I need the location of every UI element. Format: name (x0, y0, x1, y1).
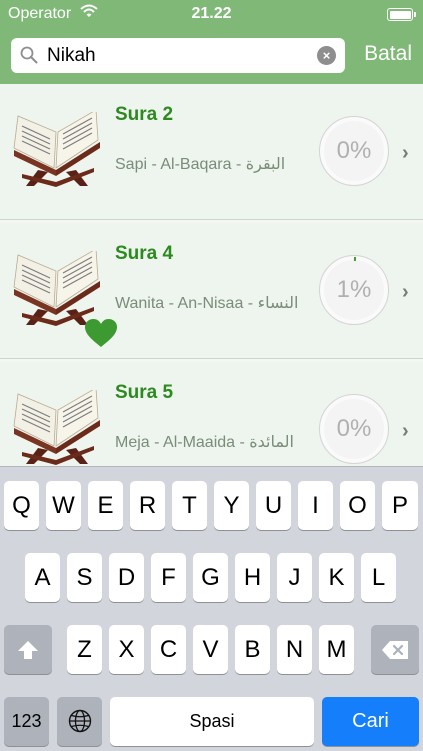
key-t[interactable]: T (172, 481, 207, 530)
battery-icon (387, 8, 416, 21)
key-i[interactable]: I (298, 481, 333, 530)
header: Operator 21.22 × Batal (0, 0, 423, 84)
key-p[interactable]: P (382, 481, 418, 530)
time-label: 21.22 (191, 5, 232, 22)
search-icon (20, 46, 38, 69)
sura-title: Sura 4 (115, 243, 174, 264)
space-key[interactable]: Spasi (110, 697, 314, 746)
progress-label: 1% (336, 276, 372, 303)
key-x[interactable]: X (109, 625, 144, 674)
keyboard: Q W E R T Y U I O P A S D F G H J K L Z … (0, 466, 423, 751)
delete-key[interactable] (371, 625, 419, 674)
key-h[interactable]: H (235, 553, 270, 602)
key-e[interactable]: E (88, 481, 123, 530)
shift-key[interactable] (4, 625, 52, 674)
key-w[interactable]: W (46, 481, 81, 530)
chevron-right-icon: › (402, 281, 409, 303)
globe-icon (68, 709, 91, 733)
progress-indicator: 0% (319, 116, 389, 186)
key-z[interactable]: Z (67, 625, 102, 674)
list-item[interactable]: Sura 4 Wanita - An-Nisaa - النساء 1% › (0, 223, 423, 359)
key-s[interactable]: S (67, 553, 102, 602)
clear-icon[interactable]: × (317, 46, 336, 65)
chevron-right-icon: › (402, 420, 409, 442)
status-bar: Operator 21.22 (0, 0, 423, 30)
key-n[interactable]: N (277, 625, 312, 674)
progress-label: 0% (336, 137, 372, 164)
chevron-right-icon: › (402, 142, 409, 164)
quran-book-icon (8, 387, 108, 466)
numbers-key[interactable]: 123 (4, 697, 49, 746)
progress-label: 0% (336, 415, 372, 442)
key-o[interactable]: O (340, 481, 375, 530)
progress-indicator: 1% (319, 255, 389, 325)
sura-title: Sura 2 (115, 104, 174, 125)
list-item[interactable]: Sura 5 Meja - Al-Maaida - المائدة 0% › (0, 362, 423, 466)
key-g[interactable]: G (193, 553, 228, 602)
shift-icon (18, 641, 38, 659)
key-a[interactable]: A (25, 553, 60, 602)
delete-icon (382, 641, 408, 659)
sura-subtitle: Wanita - An-Nisaa - النساء (115, 295, 299, 312)
heart-icon (84, 318, 118, 353)
sura-subtitle: Sapi - Al-Baqara - البقرة (115, 156, 286, 173)
globe-key[interactable] (57, 697, 102, 746)
key-v[interactable]: V (193, 625, 228, 674)
search-bar[interactable]: × (11, 38, 345, 73)
key-q[interactable]: Q (4, 481, 39, 530)
key-m[interactable]: M (319, 625, 354, 674)
key-u[interactable]: U (256, 481, 291, 530)
search-input[interactable] (47, 40, 307, 71)
key-k[interactable]: K (319, 553, 354, 602)
key-f[interactable]: F (151, 553, 186, 602)
key-r[interactable]: R (130, 481, 165, 530)
progress-indicator: 0% (319, 394, 389, 464)
key-d[interactable]: D (109, 553, 144, 602)
search-key[interactable]: Cari (322, 697, 419, 746)
key-y[interactable]: Y (214, 481, 249, 530)
key-c[interactable]: C (151, 625, 186, 674)
cancel-button[interactable]: Batal (364, 42, 412, 66)
sura-subtitle: Meja - Al-Maaida - المائدة (115, 434, 294, 451)
key-j[interactable]: J (277, 553, 312, 602)
key-l[interactable]: L (361, 553, 396, 602)
quran-book-icon (8, 109, 108, 192)
sura-list: Sura 2 Sapi - Al-Baqara - البقرة 0% › Su… (0, 84, 423, 466)
key-b[interactable]: B (235, 625, 270, 674)
list-item[interactable]: Sura 2 Sapi - Al-Baqara - البقرة 0% › (0, 84, 423, 220)
sura-title: Sura 5 (115, 382, 174, 403)
